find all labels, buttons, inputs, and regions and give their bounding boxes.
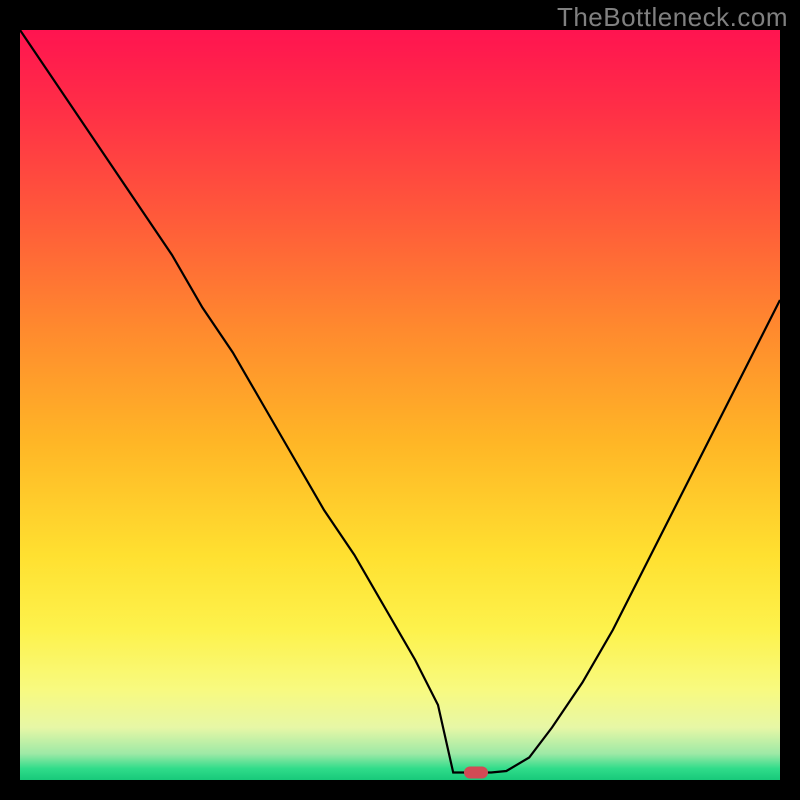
minimum-marker <box>464 767 488 779</box>
chart-frame: TheBottleneck.com <box>0 0 800 800</box>
chart-svg <box>20 30 780 780</box>
watermark-text: TheBottleneck.com <box>557 2 788 33</box>
plot-area <box>20 30 780 780</box>
gradient-background <box>20 30 780 780</box>
